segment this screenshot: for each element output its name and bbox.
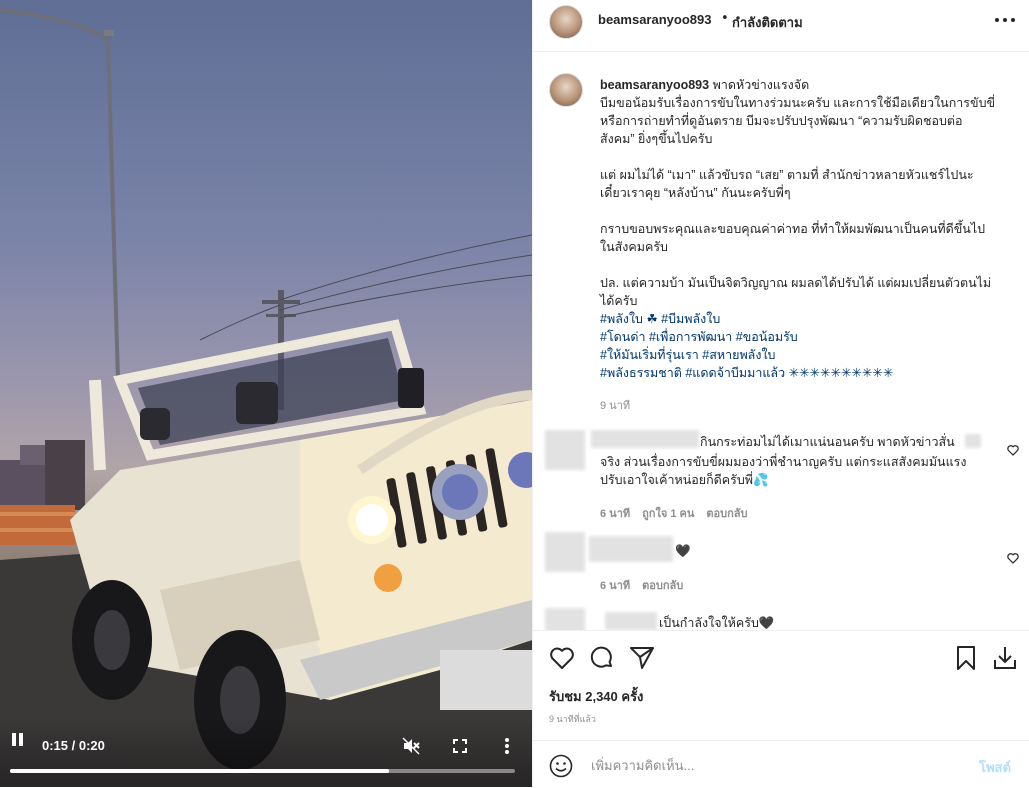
- post-header: beamsaranyoo893 • กำลังติดตาม: [533, 0, 1029, 52]
- video-time: 0:15 / 0:20: [42, 738, 105, 753]
- comment-text: ปรับเอาใจเค้าหน่อยก็ดีครับพี่💦: [600, 473, 769, 487]
- caption-gap: [600, 256, 1012, 274]
- hashtag-line[interactable]: #โดนด่า #เพื่อการพัฒนา #ขอน้อมรับ: [600, 328, 1012, 346]
- comment-input[interactable]: [589, 751, 953, 779]
- hashtag-line[interactable]: #พลังธรรมชาติ #แดดจ้าบีมมาแล้ว ✳✳✳✳✳✳✳✳✳…: [600, 364, 1012, 382]
- download-icon[interactable]: [992, 645, 1018, 671]
- like-comment-icon[interactable]: [1007, 444, 1019, 456]
- comment-text: 🖤: [675, 544, 691, 558]
- video-progress-bar[interactable]: [10, 769, 515, 773]
- comment-composer: โพสต์: [533, 740, 1029, 788]
- post-button[interactable]: โพสต์: [979, 757, 1011, 778]
- caption-line: ปล. แต่ความบ้า มันเป็นจิตวิญญาณ ผมลดได้ป…: [600, 276, 992, 290]
- caption-time: 9 นาที: [600, 400, 631, 412]
- video-options-icon[interactable]: [504, 737, 510, 755]
- hashtag-line[interactable]: #ให้มันเริ่มที่รุ่นเรา #สหายพลังใบ: [600, 346, 1012, 364]
- bookmark-icon[interactable]: [953, 645, 979, 671]
- pause-icon[interactable]: [11, 733, 25, 747]
- header-separator: •: [721, 11, 729, 26]
- comment-meta: 6 นาที ตอบกลับ: [600, 576, 695, 594]
- caption-line: ได้ครับ: [600, 294, 638, 308]
- caption-gap: [600, 202, 1012, 220]
- post-caption: beamsaranyoo893 พาดหัวข่างแรงจัด บีมขอน้…: [600, 76, 1012, 382]
- video-progress-fill: [10, 769, 389, 773]
- video-frame: [0, 8, 532, 787]
- post-actions: รับชม 2,340 ครั้ง 9 นาทีที่แล้ว: [533, 630, 1029, 741]
- like-comment-icon[interactable]: [1007, 552, 1019, 564]
- comment-text: จริง ส่วนเรื่องการขับขี่ผมมองว่าพี่ชำนาญ…: [600, 455, 967, 469]
- caption-line: แต่ ผมไม่ได้ “เมา” แล้วขับรถ “เสย” ตามที…: [600, 168, 974, 182]
- comment-time: 6 นาที: [600, 508, 631, 520]
- heart-icon[interactable]: [549, 645, 575, 671]
- post-side-panel: beamsaranyoo893 • กำลังติดตาม beamsarany…: [532, 0, 1029, 787]
- caption-line: กราบขอบพระคุณและขอบคุณค่าค่าทอ ที่ทำให้ผ…: [600, 222, 986, 236]
- comment-avatar[interactable]: [545, 532, 585, 572]
- reply-button[interactable]: ตอบกลับ: [706, 508, 747, 520]
- comment-icon[interactable]: [589, 645, 615, 671]
- comment-username[interactable]: [589, 536, 673, 562]
- reply-button[interactable]: ตอบกลับ: [642, 580, 683, 592]
- caption-line: หรือการถ่ายทำที่ดูอันตราย บีมจะปรับปรุงพ…: [600, 114, 963, 128]
- fullscreen-icon[interactable]: [453, 738, 467, 753]
- comment-text: เป็นกำลังใจให้ครับ🖤: [659, 616, 775, 630]
- caption-username[interactable]: beamsaranyoo893: [600, 78, 709, 92]
- caption-gap: [600, 148, 1012, 166]
- comment-avatar[interactable]: [545, 608, 585, 630]
- comment-username[interactable]: [591, 430, 699, 448]
- caption-line: บีมขอน้อมรับเรื่องการขับในทางร่วมนะครับ …: [600, 96, 996, 110]
- following-button[interactable]: กำลังติดตาม: [732, 12, 803, 33]
- emoji-icon[interactable]: [549, 754, 573, 778]
- header-username[interactable]: beamsaranyoo893: [598, 12, 711, 27]
- comment-likes[interactable]: ถูกใจ 1 คน: [642, 508, 694, 520]
- hashtag-line[interactable]: #พลังใบ ☘ #บีมพลังใบ: [600, 310, 1012, 328]
- comments-section[interactable]: beamsaranyoo893 พาดหัวข่างแรงจัด บีมขอน้…: [533, 52, 1029, 630]
- comment-redacted: [965, 434, 981, 448]
- comment-avatar[interactable]: [545, 430, 585, 470]
- muted-speaker-icon[interactable]: [402, 737, 420, 755]
- caption-title: พาดหัวข่างแรงจัด: [712, 78, 810, 92]
- caption-line: ในสังคมครับ: [600, 240, 668, 254]
- avatar[interactable]: [549, 5, 583, 39]
- comment-username[interactable]: [605, 612, 657, 630]
- view-count[interactable]: รับชม 2,340 ครั้ง: [549, 686, 643, 707]
- more-options-icon[interactable]: [995, 18, 1015, 24]
- comment-meta: 6 นาที ถูกใจ 1 คน ตอบกลับ: [600, 504, 760, 522]
- caption-avatar[interactable]: [549, 73, 583, 107]
- comment-text: กินกระท่อมไม่ได้เมาแน่นอนครับ พาดหัวข่าว…: [700, 435, 955, 449]
- post-timestamp[interactable]: 9 นาทีที่แล้ว: [549, 712, 596, 726]
- comment-time: 6 นาที: [600, 580, 631, 592]
- caption-line: สังคม” ยิ่งๆขึ้นไปครับ: [600, 132, 713, 146]
- share-icon[interactable]: [629, 645, 655, 671]
- caption-line: เดี๋ยวเราคุย “หลังบ้าน” กันนะครับพี่ๆ: [600, 186, 791, 200]
- video-player[interactable]: 0:15 / 0:20: [0, 0, 532, 787]
